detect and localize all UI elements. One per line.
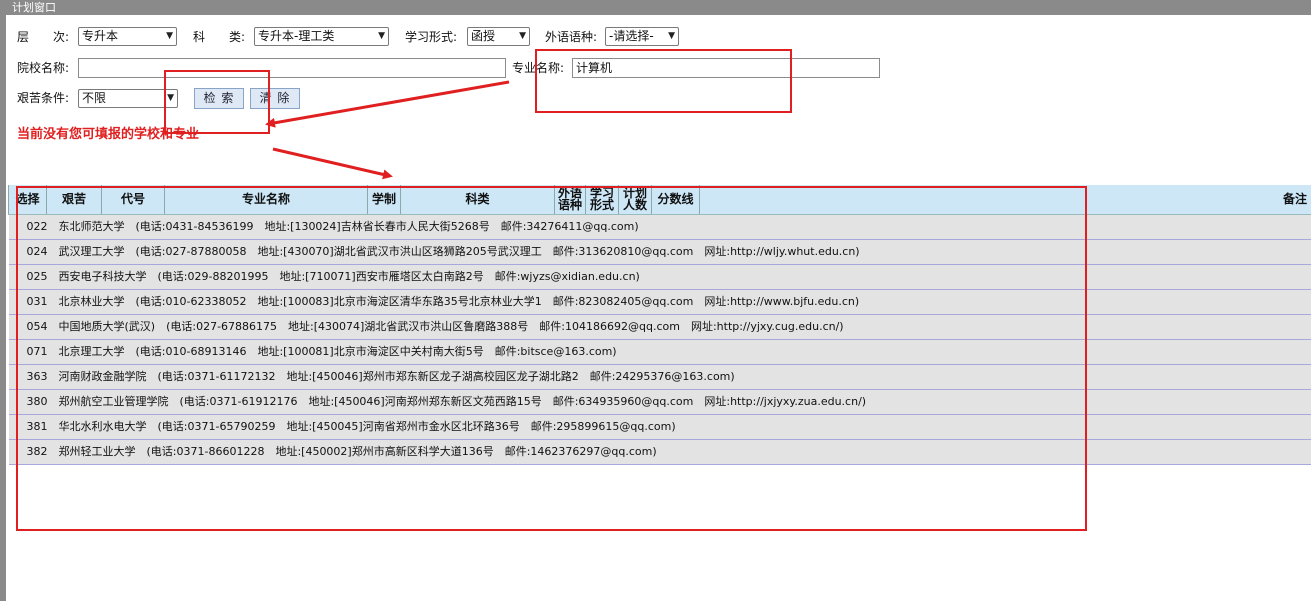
arrow-to-search-button bbox=[265, 80, 510, 128]
arrow-to-results bbox=[272, 147, 393, 180]
annotation-arrows bbox=[265, 80, 510, 180]
